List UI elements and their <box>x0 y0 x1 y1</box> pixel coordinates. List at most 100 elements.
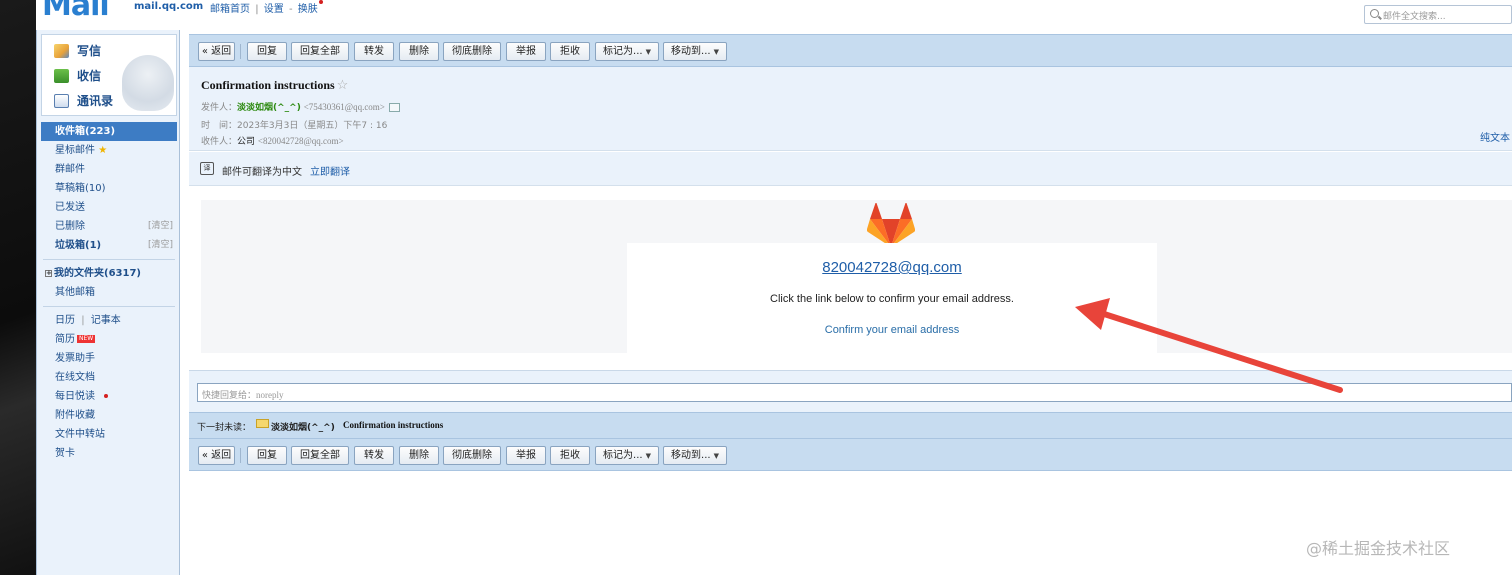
recipient-address: <820042728@qq.com> <box>257 136 344 146</box>
folder-starred[interactable]: 星标邮件 ★ <box>41 141 177 160</box>
folder-group[interactable]: 群邮件 <box>41 160 177 179</box>
report-button[interactable]: 举报 <box>506 446 546 465</box>
from-label: 发件人： <box>201 103 238 113</box>
folder-spam-label: 垃圾箱(1) <box>55 240 102 251</box>
reject-button[interactable]: 拒收 <box>550 42 590 61</box>
notification-dot <box>104 394 109 398</box>
delete-button[interactable]: 删除 <box>399 446 439 465</box>
sender-row: 发件人：淡淡如烟(^_^) <75430361@qq.com> <box>201 100 400 113</box>
reply-recipient: noreply <box>256 390 284 400</box>
sidebar: 写信 收信 通讯录 收件箱(223) 星标邮件 ★ 群邮件 草稿箱(10) 已发… <box>36 30 180 575</box>
compose-button[interactable]: 写信 <box>54 42 101 59</box>
translate-icon: 译 <box>200 162 214 175</box>
mark-as-dropdown[interactable]: 标记为... ▼ <box>595 446 659 465</box>
to-label: 收件人： <box>201 137 238 147</box>
translate-now-link[interactable]: 立即翻译 <box>310 163 350 178</box>
contacts-button[interactable]: 通讯录 <box>54 92 113 109</box>
reply-all-button[interactable]: 回复全部 <box>291 446 349 465</box>
check-mail-button[interactable]: 收信 <box>54 67 101 84</box>
nav-settings-link[interactable]: 设置 <box>264 4 284 15</box>
delete-button[interactable]: 删除 <box>399 42 439 61</box>
confirm-instruction: Click the link below to confirm your ema… <box>770 293 1014 305</box>
time-row: 时 间：2023年3月3日（星期五）下午7 : 16 <box>201 118 387 131</box>
nav-skin-link[interactable]: 换肤 <box>298 4 318 15</box>
next-unread-subject[interactable]: Confirmation instructions <box>343 420 443 430</box>
move-to-dropdown[interactable]: 移动到... ▼ <box>663 42 727 61</box>
mail-logo[interactable]: Mail <box>42 0 110 23</box>
chevron-down-icon: ▼ <box>713 48 719 56</box>
clear-spam-link[interactable]: [清空] <box>148 236 173 255</box>
nav-home-link[interactable]: 邮箱首页 <box>210 4 250 15</box>
reply-button[interactable]: 回复 <box>247 42 287 61</box>
email-address-link[interactable]: 820042728@qq.com <box>627 259 1157 276</box>
transfer-link[interactable]: 文件中转站 <box>41 425 177 444</box>
sidebar-divider <box>43 259 175 260</box>
apps-calendar-notes: 日历 | 记事本 <box>55 315 121 326</box>
reply-all-button[interactable]: 回复全部 <box>291 42 349 61</box>
folder-other-mail[interactable]: 其他邮箱 <box>41 283 177 302</box>
recipient-name[interactable]: 公司 <box>237 137 255 147</box>
reject-button[interactable]: 拒收 <box>550 446 590 465</box>
clear-deleted-link[interactable]: [清空] <box>148 217 173 236</box>
folder-sent[interactable]: 已发送 <box>41 198 177 217</box>
toolbar-top: « 返回 回复 回复全部 转发 删除 彻底删除 举报 拒收 标记为... ▼ 移动… <box>189 34 1512 67</box>
next-unread-label: 下一封未读： <box>197 423 252 433</box>
daily-label: 每日悦读 <box>55 391 95 402</box>
folder-drafts[interactable]: 草稿箱(10) <box>41 179 177 198</box>
chevron-down-icon: ▼ <box>645 48 651 56</box>
forward-button[interactable]: 转发 <box>354 42 394 61</box>
back-button[interactable]: « 返回 <box>198 446 235 465</box>
contact-card-icon[interactable] <box>388 103 400 112</box>
docs-link[interactable]: 在线文档 <box>41 368 177 387</box>
penguin-mascot <box>122 55 174 111</box>
envelope-icon <box>256 419 269 428</box>
folder-my-folders[interactable]: + 我的文件夹(6317) <box>41 264 177 283</box>
email-card: 820042728@qq.com Click the link below to… <box>627 243 1157 355</box>
time-label: 时 间： <box>201 121 238 131</box>
sender-name[interactable]: 淡淡如烟(^_^) <box>237 103 301 113</box>
contacts-icon <box>54 93 69 108</box>
mark-as-dropdown[interactable]: 标记为... ▼ <box>595 42 659 61</box>
translate-bar: 译 邮件可翻译为中文 立即翻译 <box>189 152 1512 186</box>
my-folders-label: 我的文件夹(6317) <box>54 268 141 279</box>
forward-button[interactable]: 转发 <box>354 446 394 465</box>
calendar-link[interactable]: 日历 <box>55 315 75 326</box>
quick-reply-input[interactable]: 快捷回复给：noreply <box>197 383 1512 402</box>
folder-inbox[interactable]: 收件箱(223) <box>41 122 177 141</box>
confirm-email-link[interactable]: Confirm your email address <box>627 324 1157 336</box>
cards-link[interactable]: 贺卡 <box>41 444 177 463</box>
star-outline-icon[interactable]: ☆ <box>337 77 349 92</box>
search-input[interactable]: 邮件全文搜索... <box>1364 5 1512 24</box>
mail-domain: mail.qq.com <box>134 1 204 12</box>
back-button[interactable]: « 返回 <box>198 42 235 61</box>
recipient-row: 收件人：公司 <820042728@qq.com> <box>201 134 344 147</box>
search-placeholder: 邮件全文搜索... <box>1383 12 1446 22</box>
folder-list: 收件箱(223) 星标邮件 ★ 群邮件 草稿箱(10) 已发送 已删除 [清空] … <box>41 122 177 463</box>
mark-as-label: 标记为... <box>603 450 643 461</box>
translate-hint: 邮件可翻译为中文 <box>222 167 302 178</box>
attachments-link[interactable]: 附件收藏 <box>41 406 177 425</box>
folder-deleted[interactable]: 已删除 [清空] <box>41 217 177 236</box>
watermark: @稀土掘金技术社区 <box>1306 539 1451 558</box>
plain-text-link[interactable]: 纯文本 <box>1480 129 1510 144</box>
next-unread-sender[interactable]: 淡淡如烟(^_^) <box>271 420 335 433</box>
delete-permanently-button[interactable]: 彻底删除 <box>443 42 501 61</box>
compose-label: 写信 <box>77 44 102 58</box>
notes-link[interactable]: 记事本 <box>91 315 121 326</box>
invoice-link[interactable]: 发票助手 <box>41 349 177 368</box>
delete-permanently-button[interactable]: 彻底删除 <box>443 446 501 465</box>
reply-placeholder: 快捷回复给： <box>202 391 257 401</box>
star-icon: ★ <box>98 145 108 156</box>
resume-link[interactable]: 简历 NEW <box>41 330 177 349</box>
notification-dot <box>318 0 323 4</box>
expand-icon[interactable]: + <box>45 269 52 277</box>
report-button[interactable]: 举报 <box>506 42 546 61</box>
message-subject: Confirmation instructions ☆ <box>201 77 348 93</box>
toolbar-separator <box>240 44 241 59</box>
reply-button[interactable]: 回复 <box>247 446 287 465</box>
toolbar-separator <box>240 448 241 463</box>
folder-spam[interactable]: 垃圾箱(1) [清空] <box>41 236 177 255</box>
daily-link[interactable]: 每日悦读 <box>41 387 177 406</box>
time-value: 2023年3月3日（星期五）下午7 : 16 <box>237 121 388 131</box>
move-to-dropdown[interactable]: 移动到... ▼ <box>663 446 727 465</box>
